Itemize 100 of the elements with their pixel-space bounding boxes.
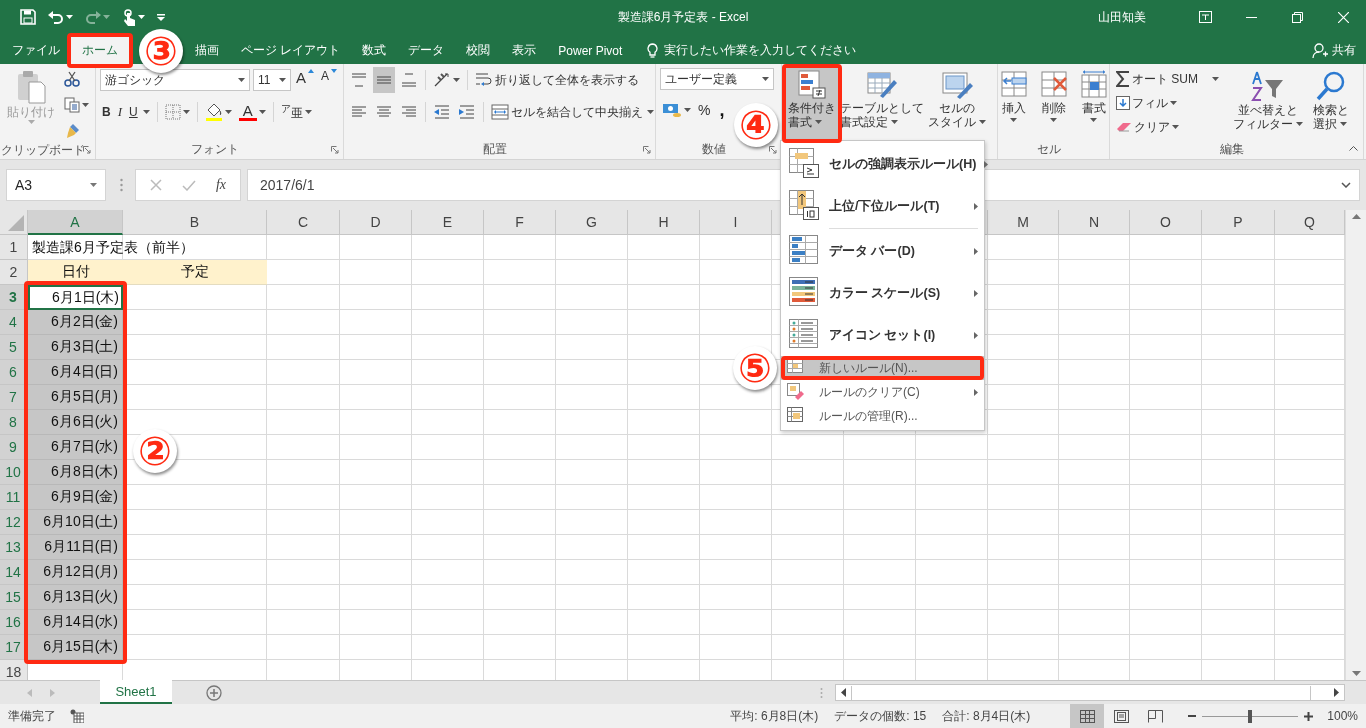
undo-button[interactable]: [48, 10, 73, 24]
insert-button[interactable]: 挿入: [996, 68, 1031, 139]
touch-mode-button[interactable]: [122, 8, 145, 26]
ribbon-tab[interactable]: 描画: [184, 37, 230, 64]
fill-button[interactable]: フィル: [1114, 92, 1224, 114]
launcher-icon[interactable]: [83, 146, 91, 154]
collapse-ribbon-icon[interactable]: [1349, 146, 1358, 151]
column-header[interactable]: Q: [1275, 210, 1345, 235]
row-header[interactable]: 1: [0, 235, 28, 260]
launcher-icon[interactable]: [769, 146, 777, 154]
table-cell: 6月13日(火): [28, 585, 123, 610]
copy-button[interactable]: [62, 94, 91, 116]
find-select-button[interactable]: 検索と 選択: [1310, 68, 1352, 139]
name-box[interactable]: A3: [6, 169, 106, 201]
format-as-table-button[interactable]: テーブルとして 書式設定: [838, 68, 926, 139]
column-header[interactable]: P: [1202, 210, 1275, 235]
group-label: フォント: [190, 140, 239, 158]
underline-button[interactable]: U: [127, 101, 152, 123]
delete-button[interactable]: 削除: [1036, 68, 1071, 139]
column-header[interactable]: B: [123, 210, 267, 235]
menu-item[interactable]: セルの強調表示ルール(H): [781, 143, 984, 185]
scroll-left-icon[interactable]: [841, 688, 846, 697]
column-header[interactable]: D: [340, 210, 412, 235]
column-header[interactable]: M: [988, 210, 1059, 235]
cell-styles-button[interactable]: セルの スタイル: [926, 68, 988, 139]
ribbon-tab[interactable]: データ: [397, 37, 456, 64]
autosum-button[interactable]: オート SUM: [1114, 68, 1224, 90]
column-header[interactable]: O: [1130, 210, 1202, 235]
caret-icon: [1170, 101, 1177, 105]
caret-icon: [762, 77, 769, 81]
column-header[interactable]: E: [412, 210, 484, 235]
merge-cells-icon: [491, 104, 509, 120]
menu-item[interactable]: ルールの管理(R)...: [781, 404, 984, 428]
ribbon-tab[interactable]: 数式: [351, 37, 398, 64]
percent-button[interactable]: %: [696, 99, 713, 121]
share-button[interactable]: 共有: [1312, 37, 1366, 64]
column-header[interactable]: F: [484, 210, 556, 235]
conditional-formatting-button[interactable]: 条件付き 書式: [786, 68, 838, 139]
caret-icon: [238, 78, 245, 82]
comma-button[interactable]: ,: [715, 99, 729, 121]
zoom-in-icon[interactable]: [1304, 711, 1314, 721]
borders-button[interactable]: [162, 101, 192, 123]
font-color-button[interactable]: A: [236, 101, 268, 123]
tell-me-field[interactable]: 実行したい作業を入力してください: [664, 42, 857, 59]
table-format-icon: [866, 70, 898, 100]
font-name-combobox[interactable]: 游ゴシック: [100, 69, 250, 91]
bold-button[interactable]: B: [100, 101, 113, 123]
ribbon-tab[interactable]: ファイル: [1, 37, 71, 64]
column-header[interactable]: H: [628, 210, 700, 235]
customize-icon[interactable]: [157, 13, 165, 21]
menu-item[interactable]: ルールのクリア(C): [781, 380, 984, 404]
sort-filter-button[interactable]: 並べ替えと フィルター: [1230, 68, 1306, 139]
ribbon-tab[interactable]: Power Pivot: [547, 37, 634, 64]
scroll-up-icon[interactable]: [1351, 214, 1361, 219]
shrink-font-button[interactable]: A: [319, 69, 340, 91]
menu-item[interactable]: カラー スケール(S): [781, 272, 984, 314]
column-header[interactable]: N: [1059, 210, 1130, 235]
scroll-right-icon[interactable]: [1334, 688, 1339, 697]
check-icon[interactable]: [181, 179, 196, 191]
row-header[interactable]: 2: [0, 260, 28, 285]
horizontal-scrollbar[interactable]: [835, 684, 1345, 701]
column-header[interactable]: C: [267, 210, 340, 235]
normal-view-button[interactable]: [1070, 704, 1105, 728]
redo-button[interactable]: [85, 10, 110, 24]
sheet-tab[interactable]: Sheet1: [100, 680, 172, 704]
wrap-text-button[interactable]: 折り返して全体を表示する: [473, 69, 641, 91]
number-format-combobox[interactable]: ユーザー定義: [660, 68, 774, 90]
launcher-icon[interactable]: [643, 146, 651, 154]
macro-record-icon[interactable]: [70, 709, 84, 723]
column-header[interactable]: I: [700, 210, 772, 235]
slider-thumb[interactable]: [1248, 709, 1253, 723]
merge-center-button[interactable]: セルを結合して中央揃え: [489, 101, 656, 123]
grip-icon[interactable]: [120, 178, 123, 192]
caret-icon: [103, 15, 110, 19]
format-button[interactable]: 書式: [1076, 68, 1111, 139]
ribbon-tab[interactable]: ページ レイアウト: [230, 37, 352, 64]
caret-icon: [279, 78, 286, 82]
add-sheet-icon[interactable]: [206, 684, 222, 701]
italic-button[interactable]: I: [115, 101, 124, 123]
column-header[interactable]: G: [556, 210, 628, 235]
menu-item[interactable]: アイコン セット(I): [781, 314, 984, 356]
ribbon-tab[interactable]: ホーム: [71, 37, 129, 64]
save-icon[interactable]: [20, 9, 36, 25]
row-header[interactable]: 18: [0, 660, 28, 680]
column-header[interactable]: A: [28, 210, 123, 235]
scroll-down-icon[interactable]: [1351, 671, 1361, 676]
phonetic-button[interactable]: $^{ア}$亜: [278, 101, 314, 123]
middle-align-button[interactable]: [373, 67, 395, 93]
cell-style-icon: [941, 70, 973, 100]
ribbon-tab[interactable]: 表示: [501, 37, 548, 64]
ribbon-tab[interactable]: 校閲: [455, 37, 502, 64]
font-size-combobox[interactable]: 11: [253, 69, 291, 91]
zoom-level[interactable]: 100%: [1327, 709, 1358, 723]
grow-font-button[interactable]: A: [294, 69, 316, 91]
menu-item[interactable]: 上位/下位ルール(T): [781, 185, 984, 227]
insert-function-button[interactable]: fx: [215, 177, 226, 193]
launcher-icon[interactable]: [331, 146, 339, 154]
menu-item[interactable]: データ バー(D): [781, 230, 984, 272]
clear-button[interactable]: クリア: [1114, 116, 1224, 138]
undo-icon: [48, 10, 64, 24]
